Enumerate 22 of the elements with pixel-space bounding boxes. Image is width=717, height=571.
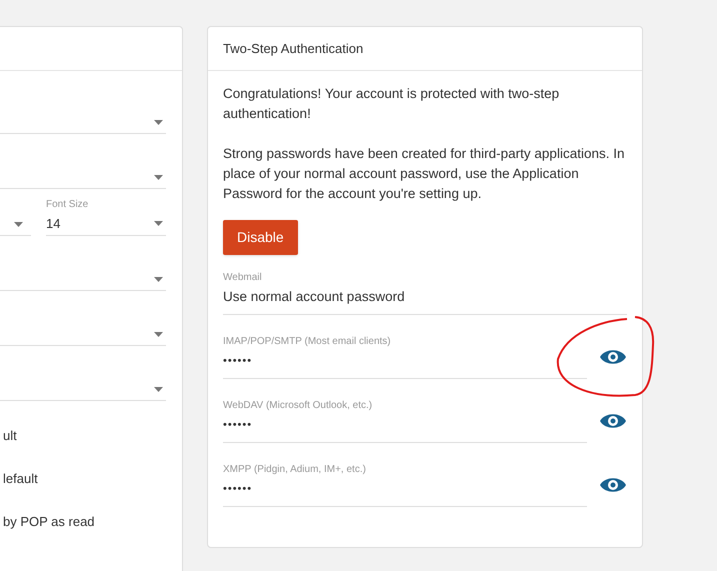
disable-button[interactable]: Disable <box>223 220 298 255</box>
password-field[interactable]: WebDAV (Microsoft Outlook, etc.) •••••• <box>223 399 587 443</box>
caret-icon <box>154 174 163 180</box>
caret-icon <box>154 386 163 392</box>
option-label: ult <box>3 427 18 444</box>
eye-icon[interactable] <box>599 348 627 366</box>
option-label: by POP as read <box>3 513 96 530</box>
caret-icon <box>154 120 163 124</box>
caret-icon <box>154 276 163 282</box>
message-text: Strong passwords have been created for third-party applications. In place of your normal account password, use the Application Password for the account you're setting up. <box>223 145 626 203</box>
caret-icon <box>154 221 163 226</box>
font-size-dropdown[interactable]: Font Size 14 <box>46 198 166 236</box>
text-field[interactable]: Webmail Use normal account password <box>223 271 627 315</box>
eye-icon[interactable] <box>599 412 627 430</box>
card-title: Two-Step Authentication <box>223 40 364 58</box>
option-label: lefault <box>3 470 39 487</box>
caret-icon <box>14 222 23 226</box>
password-field[interactable]: IMAP/POP/SMTP (Most email clients) •••••• <box>223 335 587 379</box>
caret-icon <box>154 332 163 336</box>
password-field[interactable]: XMPP (Pidgin, Adium, IM+, etc.) •••••• <box>223 463 587 507</box>
message-text: Congratulations! Your account is protected with two-step authentication! <box>223 85 560 123</box>
eye-icon[interactable] <box>599 476 627 494</box>
